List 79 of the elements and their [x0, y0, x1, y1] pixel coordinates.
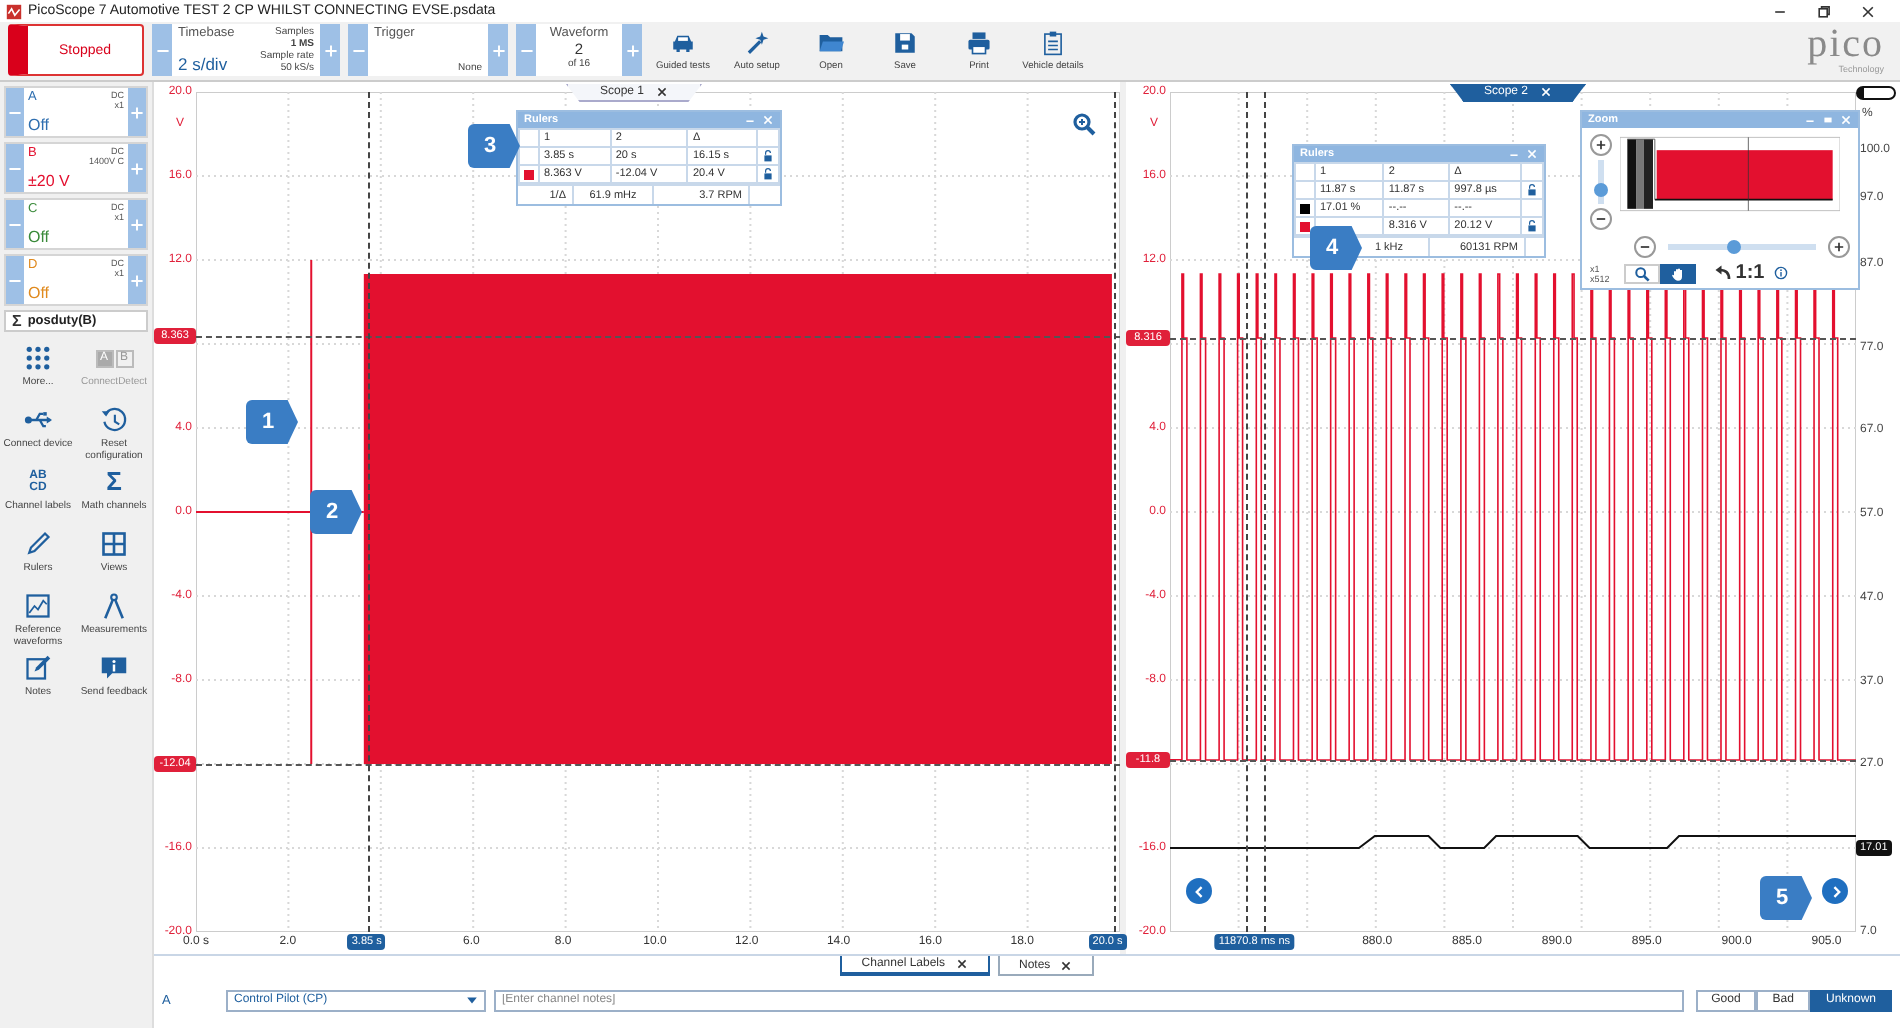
- pan-tool-button[interactable]: [1659, 263, 1696, 283]
- clipboard-icon: [1040, 29, 1066, 55]
- magnifier-icon: [1071, 112, 1095, 136]
- slider-thumb[interactable]: [1727, 240, 1742, 254]
- decrease-button[interactable]: [152, 24, 172, 76]
- math-symbol: Σ: [12, 312, 22, 330]
- range-down-button[interactable]: [6, 200, 24, 248]
- plus-icon: [625, 43, 639, 57]
- channel-range[interactable]: Off: [28, 228, 124, 246]
- clock-icon: [100, 406, 128, 434]
- minus-icon: [1594, 212, 1608, 226]
- channel-range[interactable]: Off: [28, 116, 124, 134]
- minimize-icon: [744, 114, 756, 126]
- zoom-out-button[interactable]: [1590, 208, 1612, 230]
- plus-icon: [1832, 240, 1846, 254]
- views-grid-icon: [100, 530, 128, 558]
- increase-button[interactable]: [488, 24, 508, 76]
- wand-icon: [744, 29, 770, 55]
- zoom-tool-button[interactable]: [1623, 263, 1660, 283]
- close-icon: [1860, 3, 1876, 19]
- calipers-icon: [100, 592, 128, 620]
- increase-button[interactable]: [320, 24, 340, 76]
- hand-icon: [1669, 265, 1686, 281]
- zoom-slider[interactable]: [1598, 160, 1604, 204]
- zoom-button[interactable]: [1070, 112, 1096, 138]
- plus-icon: [491, 43, 505, 57]
- pencil-icon: [24, 530, 52, 558]
- reset-zoom-button[interactable]: 1:1: [1713, 262, 1765, 284]
- minimize-icon: [1804, 114, 1816, 126]
- range-down-button[interactable]: [6, 256, 24, 304]
- close-icon: [1526, 148, 1538, 160]
- range-up-button[interactable]: [128, 200, 146, 248]
- maximize-icon: [1822, 114, 1834, 126]
- close-icon: [955, 958, 967, 970]
- callout-badge: 2: [310, 490, 362, 534]
- minus-icon: [1638, 240, 1652, 254]
- range-up-button[interactable]: [128, 88, 146, 136]
- callout-badge: 3: [468, 124, 520, 168]
- decrease-button[interactable]: [516, 24, 536, 76]
- magnifier-icon: [1633, 265, 1650, 281]
- dots-grid-icon: [24, 344, 52, 372]
- zoom-in-button[interactable]: [1828, 236, 1850, 258]
- undo-arrow-icon: [1713, 264, 1732, 282]
- range-down-button[interactable]: [6, 88, 24, 136]
- zoom-in-button[interactable]: [1590, 134, 1612, 156]
- range-up-button[interactable]: [128, 144, 146, 192]
- timebase-value: 2 s/div: [178, 54, 230, 74]
- callout-badge: 5: [1760, 876, 1812, 920]
- minimize-icon: [1508, 148, 1520, 160]
- restore-icon: [1816, 3, 1832, 19]
- logo-wordmark: pico: [1807, 24, 1884, 64]
- folder-icon: [818, 29, 844, 55]
- save-icon: [892, 29, 918, 55]
- printer-icon: [966, 29, 992, 55]
- close-icon: [762, 114, 774, 126]
- close-icon: [1840, 114, 1852, 126]
- range-down-button[interactable]: [6, 144, 24, 192]
- zoom-out-button[interactable]: [1634, 236, 1656, 258]
- speech-bubble-icon: [100, 654, 128, 682]
- info-icon: [1774, 266, 1789, 280]
- callout-badge: 4: [1310, 226, 1362, 270]
- close-icon: [1540, 86, 1553, 98]
- letters-icon: Σ: [100, 468, 128, 496]
- close-icon: [1060, 959, 1073, 971]
- decrease-button[interactable]: [348, 24, 368, 76]
- close-icon: [656, 86, 669, 98]
- slider-thumb[interactable]: [1594, 183, 1608, 198]
- chevron-left-icon: [1191, 883, 1207, 899]
- caret-icon: [466, 994, 478, 1006]
- waveform-frame-icon: [24, 592, 52, 620]
- increase-button[interactable]: [622, 24, 642, 76]
- range-up-button[interactable]: [128, 256, 146, 304]
- plus-icon: [1594, 138, 1608, 152]
- marker-handle[interactable]: [1856, 86, 1896, 100]
- callout-badge: 1: [246, 400, 298, 444]
- plus-icon: [323, 43, 337, 57]
- note-pencil-icon: [24, 654, 52, 682]
- zoom-slider[interactable]: [1668, 244, 1816, 250]
- channel-range[interactable]: ±20 V: [28, 172, 124, 190]
